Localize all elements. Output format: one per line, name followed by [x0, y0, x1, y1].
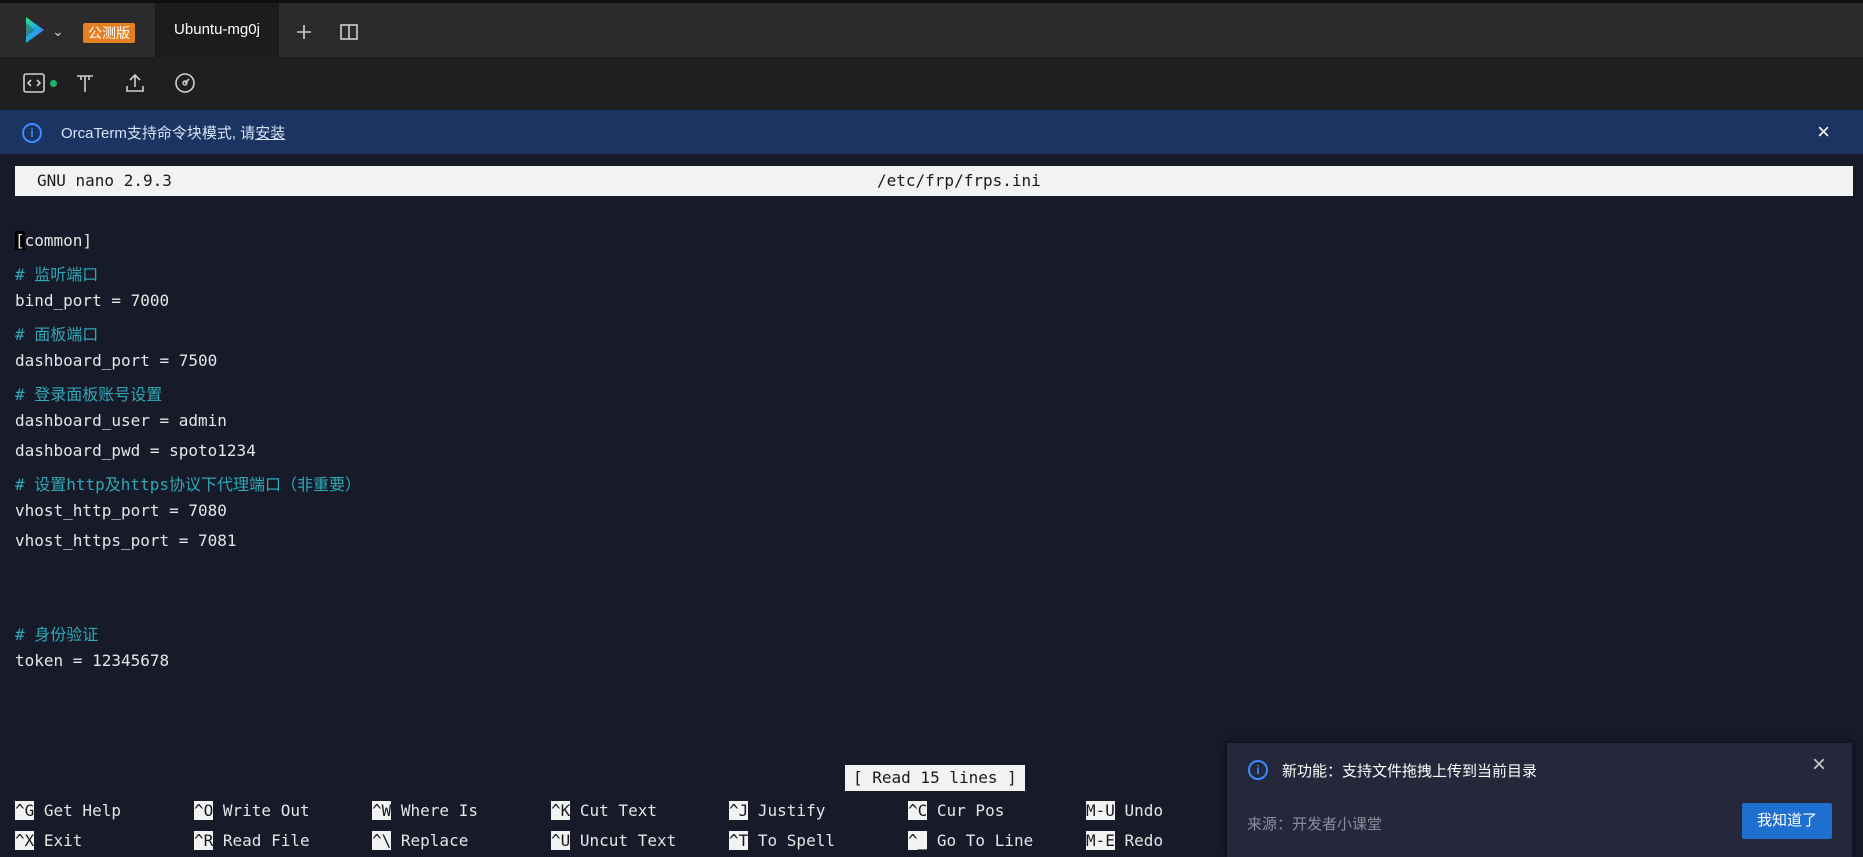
install-link[interactable]: 安装 [255, 125, 285, 142]
shortcut-get-help[interactable]: ^G Get Help [15, 801, 121, 820]
shortcut-to-spell[interactable]: ^T To Spell [729, 831, 835, 850]
beta-badge: 公测版 [83, 23, 135, 43]
file-line: dashboard_pwd = spoto1234 [15, 441, 256, 460]
code-block-icon[interactable] [22, 71, 46, 95]
file-line-comment: # 监听端口 [15, 265, 99, 284]
close-icon[interactable]: × [1817, 119, 1830, 145]
split-view-icon[interactable] [340, 24, 358, 40]
nano-version: GNU nano 2.9.3 [37, 171, 172, 190]
close-icon[interactable]: × [1812, 751, 1826, 779]
file-line: dashboard_user = admin [15, 411, 227, 430]
file-line: [common] [15, 231, 93, 250]
text-format-icon[interactable] [73, 71, 97, 95]
shortcut-justify[interactable]: ^J Justify [729, 801, 825, 820]
file-line: vhost_http_port = 7080 [15, 501, 227, 520]
tab-ubuntu[interactable]: Ubuntu-mg0j [155, 3, 279, 57]
toolbar [0, 57, 1863, 110]
nano-status-message: [ Read 15 lines ] [845, 765, 1025, 791]
dashboard-gauge-icon[interactable] [173, 71, 197, 95]
shortcut-go-to-line[interactable]: ^_ Go To Line [908, 831, 1033, 850]
shortcut-redo[interactable]: M-E Redo [1086, 831, 1163, 850]
shortcut-where-is[interactable]: ^W Where Is [372, 801, 478, 820]
feature-notification: i 新功能：支持文件拖拽上传到当前目录 × 来源：开发者小课堂 我知道了 [1227, 743, 1852, 857]
text-cursor: [ [15, 231, 25, 250]
add-tab-icon[interactable] [296, 24, 312, 40]
file-line-comment: # 设置http及https协议下代理端口（非重要） [15, 475, 361, 494]
file-line-comment: # 登录面板账号设置 [15, 385, 163, 404]
info-banner: i OrcaTerm支持命令块模式, 请安装 × [0, 110, 1863, 154]
chevron-down-icon[interactable]: ⌄ [52, 23, 64, 40]
info-icon: i [1248, 760, 1268, 780]
file-line: bind_port = 7000 [15, 291, 170, 310]
connection-status-dot [50, 80, 57, 87]
nano-header: GNU nano 2.9.3 /etc/frp/frps.ini [15, 166, 1853, 196]
nano-filename: /etc/frp/frps.ini [877, 171, 1041, 190]
banner-message: OrcaTerm支持命令块模式, 请安装 [61, 125, 286, 142]
file-line: dashboard_port = 7500 [15, 351, 218, 370]
file-line: token = 12345678 [15, 651, 170, 670]
shortcut-cut-text[interactable]: ^K Cut Text [551, 801, 657, 820]
shortcut-exit[interactable]: ^X Exit [15, 831, 82, 850]
file-line: vhost_https_port = 7081 [15, 531, 237, 550]
info-icon: i [22, 123, 42, 143]
shortcut-replace[interactable]: ^\ Replace [372, 831, 468, 850]
shortcut-uncut-text[interactable]: ^U Uncut Text [551, 831, 676, 850]
file-line-comment: # 面板端口 [15, 325, 99, 344]
notification-source: 来源：开发者小课堂 [1247, 816, 1383, 833]
file-line-comment: # 身份验证 [15, 625, 99, 644]
got-it-button[interactable]: 我知道了 [1742, 803, 1832, 839]
orcaterm-logo[interactable] [22, 15, 48, 45]
shortcut-write-out[interactable]: ^O Write Out [194, 801, 310, 820]
shortcut-cur-pos[interactable]: ^C Cur Pos [908, 801, 1004, 820]
upload-icon[interactable] [123, 71, 147, 95]
notification-title: 新功能：支持文件拖拽上传到当前目录 [1282, 763, 1538, 780]
shortcut-read-file[interactable]: ^R Read File [194, 831, 310, 850]
shortcut-undo[interactable]: M-U Undo [1086, 801, 1163, 820]
title-bar: ⌄ 公测版 Ubuntu-mg0j [0, 0, 1863, 57]
